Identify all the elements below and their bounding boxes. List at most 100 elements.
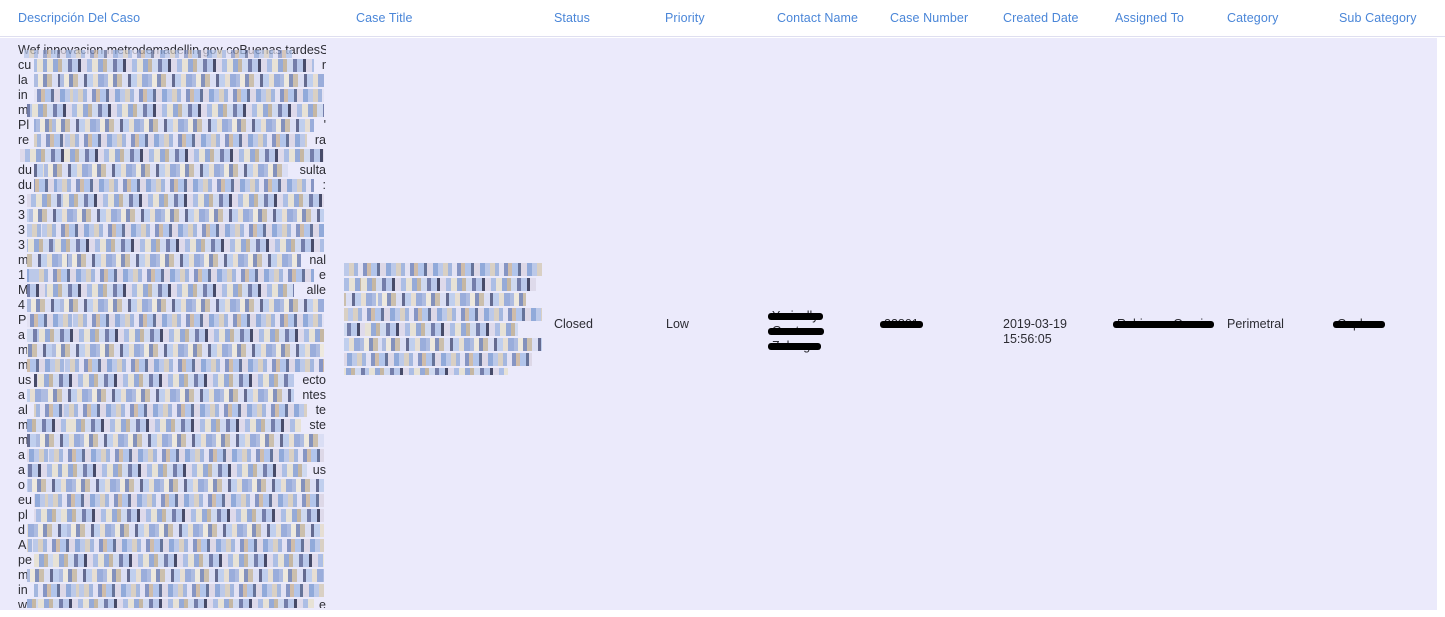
case-title-line [344,292,542,307]
pixelation-mask [344,293,526,306]
pixelation-mask [33,509,324,522]
description-line-start: al [18,403,28,417]
description-line: m [18,568,326,583]
description-line-end: r [321,58,326,72]
description-line-start: eu [18,493,32,507]
pixelation-mask [27,299,324,312]
description-line: 3 [18,208,326,223]
description-line-start: 1 [18,268,25,282]
description-line-start: us [18,373,32,387]
pixelation-mask [27,569,324,582]
case-title-line [344,337,542,352]
pixelation-mask [27,254,301,267]
pixelation-mask [33,164,288,177]
cell-status: Closed [554,317,593,331]
pixelation-mask [344,308,542,321]
description-line: we [18,598,326,608]
description-line-end: ' [323,118,326,132]
pixelation-mask [27,419,301,432]
column-header-created-date[interactable]: Created Date [1003,11,1079,25]
pixelation-mask [27,539,324,552]
description-line-start: A [18,538,27,552]
pixelation-mask [27,239,324,252]
table-header-row: Descripción Del Caso Case Title Status P… [0,0,1445,37]
contact-name-line-3: Zuluaga [767,339,822,353]
description-line: 3 [18,238,326,253]
pixelation-mask [27,194,324,207]
pixelation-mask [27,284,295,297]
description-line: o [18,478,326,493]
pixelation-mask [27,359,324,372]
cell-assigned-to: Robinson Garcia [1112,317,1215,332]
description-line: in [18,88,326,103]
description-line-start: pl [18,508,28,522]
pixelation-mask [344,323,518,336]
description-line: a [18,328,326,343]
description-line: 4 [18,298,326,313]
cell-sub-category: Cuphea [1333,317,1385,332]
description-line-start: in [18,583,28,597]
pixelation-mask [27,389,295,402]
description-line: Pl ' [18,118,326,133]
pixelation-mask [33,89,324,102]
case-title-line [344,352,542,367]
case-title-line [344,307,542,322]
cell-contact-name: Yuricelly Gaetano Zuluaga [767,309,824,354]
pixelation-mask [27,104,324,117]
column-header-contact-name[interactable]: Contact Name [777,11,858,25]
pixelation-mask [20,149,324,162]
description-line-start: 3 [18,238,25,252]
description-line-start: re [18,133,30,147]
column-header-category[interactable]: Category [1227,11,1279,25]
description-line-start: a [18,388,25,402]
contact-name-line-1: Yuricelly [768,309,823,323]
pixelation-mask [33,404,308,417]
cell-priority: Low [666,317,689,331]
pixelation-mask [33,584,324,597]
column-header-status[interactable]: Status [554,11,590,25]
description-line [18,148,326,163]
description-line-end: te [315,403,326,417]
pixelation-mask [344,338,542,351]
column-header-assigned-to[interactable]: Assigned To [1115,11,1184,25]
pixelation-mask [27,224,324,237]
description-line-end: ra [314,133,326,147]
description-line-start: Pl [18,118,30,132]
description-line-start: du [18,178,32,192]
description-line-start: a [18,463,25,477]
pixelation-mask [33,59,314,72]
description-line-start: 3 [18,223,25,237]
description-line: a ntes [18,388,326,403]
cell-category: Perimetral [1227,317,1284,331]
pixelation-mask [27,599,314,608]
pixelation-mask [27,344,324,357]
description-line: re ra [18,133,326,148]
description-line-end: e [319,268,326,282]
pixelation-mask [344,278,536,291]
column-header-descripcion-del-caso[interactable]: Descripción Del Caso [18,11,140,25]
description-line: a us [18,463,326,478]
case-title-line [344,262,542,277]
case-title-line [344,277,542,292]
description-line-end: : [322,178,326,192]
description-line: m [18,343,326,358]
description-line: du sulta [18,163,326,178]
description-line: 3 [18,223,326,238]
description-line: P [18,313,326,328]
description-line-end: ste [309,418,326,432]
column-header-priority[interactable]: Priority [665,11,705,25]
description-line: d [18,523,326,538]
description-line-end: ntes [302,388,326,402]
contact-name-line-2: Gaetano [768,324,824,338]
assigned-to-value: Robinson Garcia [1112,317,1215,331]
column-header-sub-category[interactable]: Sub Category [1339,11,1417,25]
pixelation-mask [24,50,292,58]
pixelation-mask [33,374,295,387]
table-row[interactable]: Wef innovacion metrodemadellin gov coBue… [0,38,1437,610]
description-line: m [18,358,326,373]
pixelation-mask [27,479,324,492]
column-header-case-number[interactable]: Case Number [890,11,968,25]
pixelation-mask [27,449,324,462]
column-header-case-title[interactable]: Case Title [356,11,413,25]
description-line-start: d [18,523,25,537]
